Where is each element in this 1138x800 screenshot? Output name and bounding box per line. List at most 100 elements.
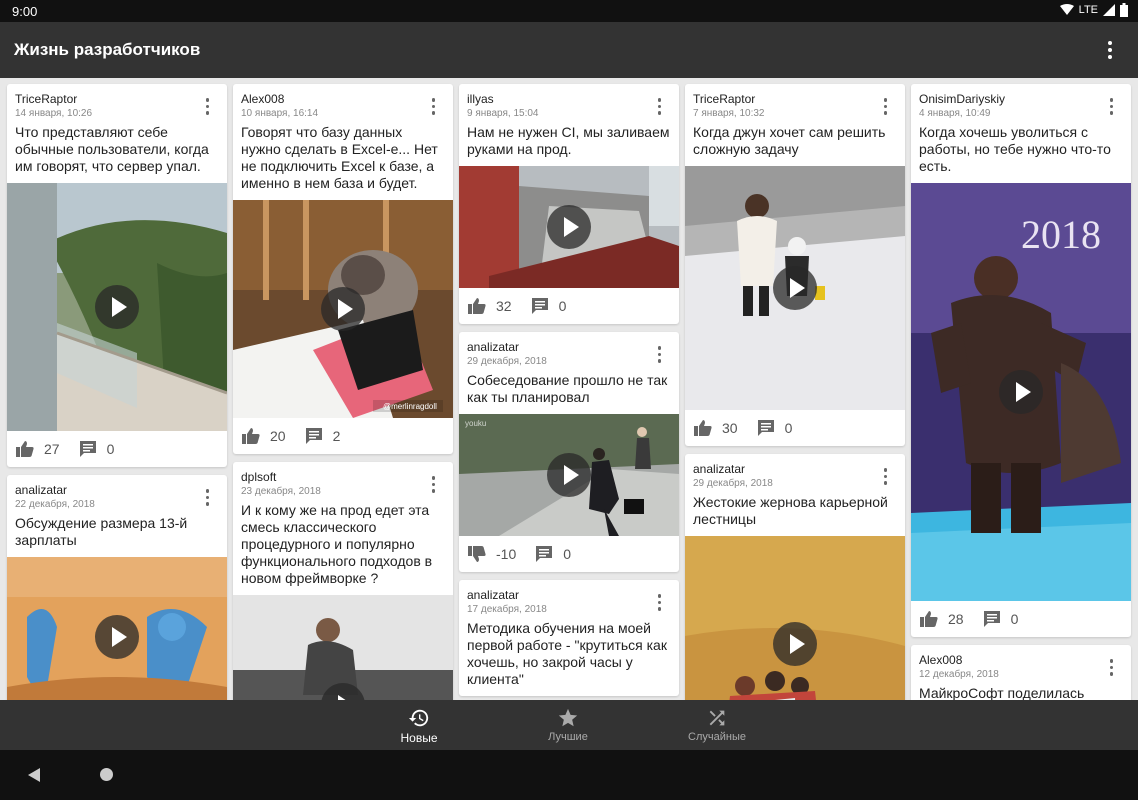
post-author[interactable]: OnisimDariyskiy <box>919 92 1123 106</box>
post-header: analizatar 29 декабря, 2018 <box>685 454 905 490</box>
comment-icon[interactable] <box>982 609 1002 629</box>
post-date: 4 января, 10:49 <box>919 108 991 119</box>
comments-count: 0 <box>1010 611 1019 627</box>
post-card[interactable]: analizatar 22 декабря, 2018 Обсуждение р… <box>7 475 227 700</box>
post-author[interactable]: analizatar <box>467 588 671 602</box>
post-date: 10 января, 16:14 <box>241 108 319 119</box>
overflow-menu-icon[interactable] <box>1102 41 1118 61</box>
post-card[interactable]: analizatar 29 декабря, 2018 Жестокие жер… <box>685 454 905 700</box>
post-menu-icon[interactable] <box>1109 659 1113 676</box>
post-card[interactable]: OnisimDariyskiy 4 января, 10:49 Когда хо… <box>911 84 1131 637</box>
tab-random[interactable]: Случайные <box>657 700 777 750</box>
post-author[interactable]: TriceRaptor <box>15 92 219 106</box>
post-header: analizatar 29 декабря, 2018 <box>459 332 679 368</box>
thumb-down-icon[interactable] <box>467 544 487 564</box>
play-icon[interactable] <box>95 285 139 329</box>
post-video[interactable] <box>233 595 453 700</box>
post-video[interactable]: youku <box>459 414 679 536</box>
battery-icon <box>1120 3 1128 17</box>
post-author[interactable]: illyas <box>467 92 671 106</box>
post-video[interactable] <box>7 557 227 700</box>
likes-count: -10 <box>496 546 517 562</box>
post-card[interactable]: illyas 9 января, 15:04 Нам не нужен CI, … <box>459 84 679 324</box>
post-date: 14 января, 10:26 <box>15 108 93 119</box>
post-card[interactable]: Alex008 10 января, 16:14 Говорят что баз… <box>233 84 453 454</box>
play-icon[interactable] <box>547 453 591 497</box>
post-text: Собеседование прошло не так как ты плани… <box>467 372 668 405</box>
bottom-navigation: Новые Лучшие Случайные <box>0 700 1138 750</box>
comments-count: 2 <box>332 428 341 444</box>
play-icon[interactable] <box>95 615 139 659</box>
post-menu-icon[interactable] <box>205 489 209 506</box>
post-text: МайкроСофт поделилась <box>919 685 1085 700</box>
post-menu-icon[interactable] <box>431 476 435 493</box>
post-card[interactable]: Alex008 12 декабря, 2018 МайкроСофт поде… <box>911 645 1131 700</box>
post-date: 29 декабря, 2018 <box>467 356 547 367</box>
feed[interactable]: TriceRaptor 14 января, 10:26 Что предста… <box>0 78 1138 700</box>
post-header: illyas 9 января, 15:04 <box>459 84 679 120</box>
post-card[interactable]: TriceRaptor 14 января, 10:26 Что предста… <box>7 84 227 467</box>
wifi-icon <box>1059 4 1074 15</box>
feed-column: OnisimDariyskiy 4 января, 10:49 Когда хо… <box>911 84 1131 700</box>
post-video[interactable] <box>685 166 905 410</box>
post-menu-icon[interactable] <box>431 98 435 115</box>
post-text: Что представляют себе обычные пользовате… <box>15 124 209 174</box>
thumb-up-icon[interactable] <box>15 439 35 459</box>
comment-icon[interactable] <box>78 439 98 459</box>
post-author[interactable]: TriceRaptor <box>693 92 897 106</box>
star-icon <box>558 708 578 727</box>
post-menu-icon[interactable] <box>657 594 661 611</box>
play-icon[interactable] <box>321 287 365 331</box>
post-header: Alex008 10 января, 16:14 <box>233 84 453 120</box>
comment-icon[interactable] <box>304 426 324 446</box>
post-author[interactable]: Alex008 <box>919 653 1123 667</box>
post-author[interactable]: analizatar <box>693 462 897 476</box>
post-video[interactable]: @merlinragdoll <box>233 200 453 418</box>
post-author[interactable]: dplsoft <box>241 470 445 484</box>
thumb-up-icon[interactable] <box>467 296 487 316</box>
post-video[interactable] <box>459 166 679 288</box>
thumb-up-icon[interactable] <box>693 418 713 438</box>
post-card[interactable]: analizatar 29 декабря, 2018 Собеседовани… <box>459 332 679 572</box>
post-card[interactable]: dplsoft 23 декабря, 2018 И к кому же на … <box>233 462 453 700</box>
post-video[interactable] <box>685 536 905 700</box>
comment-icon[interactable] <box>534 544 554 564</box>
post-header: dplsoft 23 декабря, 2018 <box>233 462 453 498</box>
play-icon[interactable] <box>773 622 817 666</box>
post-menu-icon[interactable] <box>657 98 661 115</box>
back-icon[interactable] <box>28 768 40 782</box>
post-author[interactable]: analizatar <box>467 340 671 354</box>
post-author[interactable]: analizatar <box>15 483 219 497</box>
post-author[interactable]: Alex008 <box>241 92 445 106</box>
comment-icon[interactable] <box>530 296 550 316</box>
thumb-up-icon[interactable] <box>241 426 261 446</box>
post-header: OnisimDariyskiy 4 января, 10:49 <box>911 84 1131 120</box>
comments-count: 0 <box>563 546 572 562</box>
post-video[interactable]: 2018 <box>911 183 1131 601</box>
home-icon[interactable] <box>100 768 113 781</box>
post-video[interactable] <box>7 183 227 431</box>
play-icon[interactable] <box>773 266 817 310</box>
feed-column: TriceRaptor 14 января, 10:26 Что предста… <box>7 84 227 700</box>
post-menu-icon[interactable] <box>883 98 887 115</box>
play-icon[interactable] <box>999 370 1043 414</box>
comment-icon[interactable] <box>756 418 776 438</box>
post-menu-icon[interactable] <box>1109 98 1113 115</box>
post-date: 9 января, 15:04 <box>467 108 539 119</box>
post-date: 29 декабря, 2018 <box>693 478 773 489</box>
thumb-up-icon[interactable] <box>919 609 939 629</box>
tab-random-label: Случайные <box>688 731 746 743</box>
post-card[interactable]: analizatar 17 декабря, 2018 Методика обу… <box>459 580 679 696</box>
post-card[interactable]: TriceRaptor 7 января, 10:32 Когда джун х… <box>685 84 905 446</box>
play-icon[interactable] <box>547 205 591 249</box>
post-menu-icon[interactable] <box>657 346 661 363</box>
likes-count: 27 <box>44 441 60 457</box>
post-header: TriceRaptor 14 января, 10:26 <box>7 84 227 120</box>
post-menu-icon[interactable] <box>883 468 887 485</box>
post-text: Говорят что базу данных нужно сделать в … <box>241 124 438 191</box>
post-footer: 28 0 <box>911 601 1131 637</box>
tab-new[interactable]: Новые <box>359 700 479 750</box>
tab-best[interactable]: Лучшие <box>508 700 628 750</box>
feed-column: illyas 9 января, 15:04 Нам не нужен CI, … <box>459 84 679 700</box>
post-menu-icon[interactable] <box>205 98 209 115</box>
